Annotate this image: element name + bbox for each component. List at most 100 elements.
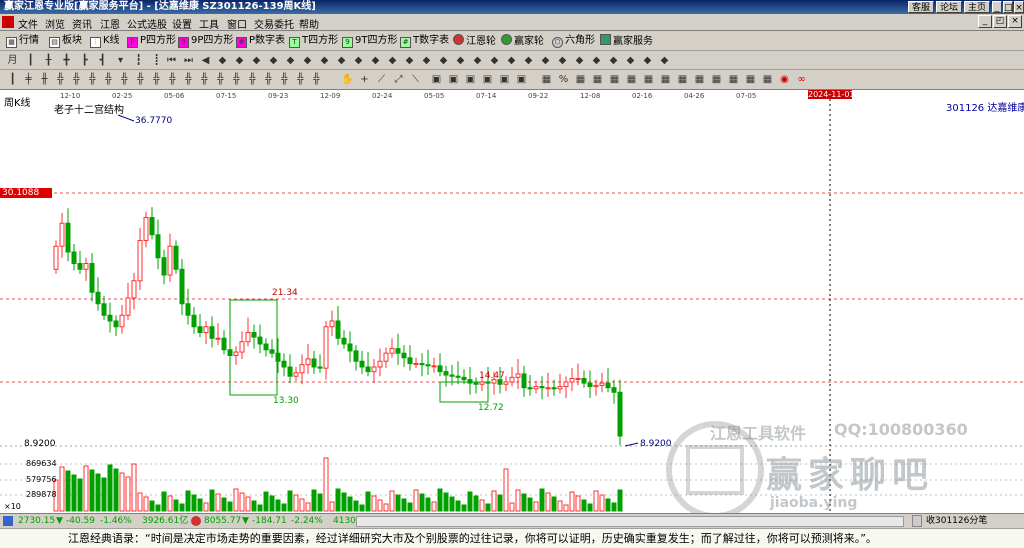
tool-icon[interactable]: ▣	[481, 73, 494, 86]
color-wheel-icon[interactable]: ◉	[778, 73, 791, 86]
tool-icon[interactable]: ▦	[608, 73, 621, 86]
period-icon[interactable]: 月	[6, 54, 19, 67]
toolbar-gann-wheel[interactable]: 江恩轮	[453, 34, 496, 48]
tool-icon[interactable]: ▦	[642, 73, 655, 86]
bar-chart-icon[interactable]: ╂	[42, 54, 55, 67]
line-tool-icon[interactable]: ⟍	[409, 73, 422, 86]
grid-icon[interactable]: ╬	[150, 73, 163, 86]
diamond-icon[interactable]: ◆	[284, 54, 297, 67]
toolbar-p-number[interactable]: # P数字表	[236, 34, 285, 48]
grid-icon[interactable]: ╫	[38, 73, 51, 86]
mdi-restore-icon[interactable]: ◰	[993, 15, 1007, 28]
hand-icon[interactable]: ✋	[341, 73, 354, 86]
sh-index-icon[interactable]	[3, 516, 13, 526]
grid-icon[interactable]: ╬	[134, 73, 147, 86]
grid-icon[interactable]: ╬	[246, 73, 259, 86]
diamond-icon[interactable]: ◆	[556, 54, 569, 67]
tool-icon[interactable]: ▦	[676, 73, 689, 86]
toolbar-9p-square[interactable]: 9 9P四方形	[178, 34, 233, 48]
minimize-icon[interactable]: _	[992, 1, 1002, 13]
menu-browse[interactable]: 浏览	[45, 16, 65, 31]
line-tool-icon[interactable]: ⟋	[375, 73, 388, 86]
menu-trade[interactable]: 交易委托	[254, 16, 294, 31]
tool-icon[interactable]: ▣	[464, 73, 477, 86]
tool-icon[interactable]: ▦	[761, 73, 774, 86]
toolbar-kline[interactable]: ⫶ K线	[90, 34, 120, 48]
diamond-icon[interactable]: ◆	[488, 54, 501, 67]
diamond-icon[interactable]: ◆	[369, 54, 382, 67]
grid-icon[interactable]: ╪	[22, 73, 35, 86]
toolbar-t-square[interactable]: T T四方形	[289, 34, 338, 48]
diamond-icon[interactable]: ◆	[624, 54, 637, 67]
prev-icon[interactable]: ◀	[199, 54, 212, 67]
diamond-icon[interactable]: ◆	[573, 54, 586, 67]
menu-tools[interactable]: 工具	[199, 16, 219, 31]
tool-icon[interactable]: ▣	[430, 73, 443, 86]
toolbar-service[interactable]: 赢家服务	[600, 34, 653, 48]
grid-icon[interactable]: ╬	[214, 73, 227, 86]
diamond-icon[interactable]: ◆	[471, 54, 484, 67]
diamond-icon[interactable]: ◆	[437, 54, 450, 67]
tool-icon[interactable]: ▣	[515, 73, 528, 86]
menu-formula[interactable]: 公式选股	[127, 16, 167, 31]
grid-icon[interactable]: ╬	[118, 73, 131, 86]
tool-icon[interactable]: ▦	[727, 73, 740, 86]
tool-icon[interactable]: ▦	[744, 73, 757, 86]
diamond-icon[interactable]: ◆	[641, 54, 654, 67]
menu-help[interactable]: 帮助	[299, 16, 319, 31]
maximize-icon[interactable]: □	[1003, 1, 1013, 13]
diamond-icon[interactable]: ◆	[335, 54, 348, 67]
home-button[interactable]: 主页	[964, 1, 990, 13]
last-icon[interactable]: ⏭	[182, 54, 195, 67]
toolbar-hexagon[interactable]: ⬡ 六角形	[552, 34, 595, 48]
grid-icon[interactable]: ╬	[54, 73, 67, 86]
grid-icon[interactable]: ╬	[198, 73, 211, 86]
toolbar-t-number[interactable]: # T数字表	[400, 34, 449, 48]
mdi-close-icon[interactable]: ×	[1008, 15, 1022, 28]
diamond-icon[interactable]: ◆	[590, 54, 603, 67]
grid-icon[interactable]: ╬	[310, 73, 323, 86]
mdi-minimize-icon[interactable]: _	[978, 15, 992, 28]
kline-chart[interactable]: 12-10 02-25 05-06 07-15 09-23 12-09 02-24 05-05…	[0, 90, 1024, 513]
app-icon[interactable]	[2, 16, 14, 28]
diamond-icon[interactable]: ◆	[386, 54, 399, 67]
diamond-icon[interactable]: ◆	[658, 54, 671, 67]
diamond-icon[interactable]: ◆	[607, 54, 620, 67]
grid-icon[interactable]: ╬	[70, 73, 83, 86]
dropdown-icon[interactable]: ▾	[114, 54, 127, 67]
grid-icon[interactable]: ╬	[278, 73, 291, 86]
diamond-icon[interactable]: ◆	[454, 54, 467, 67]
toolbar-9t-square[interactable]: 9 9T四方形	[342, 34, 397, 48]
diamond-icon[interactable]: ◆	[505, 54, 518, 67]
service-button[interactable]: 客服	[908, 1, 934, 13]
diamond-icon[interactable]: ◆	[267, 54, 280, 67]
grid-icon[interactable]: ╬	[230, 73, 243, 86]
menu-gann[interactable]: 江恩	[100, 16, 120, 31]
toolbar-winner-wheel[interactable]: 赢家轮	[501, 34, 544, 48]
diamond-icon[interactable]: ◆	[318, 54, 331, 67]
diamond-icon[interactable]: ◆	[250, 54, 263, 67]
tool-icon[interactable]: ▣	[447, 73, 460, 86]
crosshair-icon[interactable]: +	[358, 73, 371, 86]
tool-icon[interactable]: ▦	[625, 73, 638, 86]
candle-icon[interactable]: ┋	[150, 54, 163, 67]
tool-icon[interactable]: ▦	[591, 73, 604, 86]
candle-icon[interactable]: ┇	[132, 54, 145, 67]
tool-icon[interactable]: ▦	[659, 73, 672, 86]
diamond-icon[interactable]: ◆	[420, 54, 433, 67]
horizontal-scrollbar[interactable]	[356, 516, 904, 527]
tool-icon[interactable]: ▦	[574, 73, 587, 86]
grid-icon[interactable]: ╬	[182, 73, 195, 86]
menu-settings[interactable]: 设置	[172, 16, 192, 31]
menu-window[interactable]: 窗口	[227, 16, 247, 31]
diamond-icon[interactable]: ◆	[301, 54, 314, 67]
sz-index-icon[interactable]	[191, 516, 201, 526]
first-icon[interactable]: ⏮	[165, 54, 178, 67]
percent-icon[interactable]: %	[557, 73, 570, 86]
grid-icon[interactable]: ╬	[102, 73, 115, 86]
bar-chart-icon[interactable]: ┃	[24, 54, 37, 67]
tool-icon[interactable]: ▦	[710, 73, 723, 86]
zoom-icon[interactable]: ⤢	[392, 73, 405, 86]
diamond-icon[interactable]: ◆	[403, 54, 416, 67]
diamond-icon[interactable]: ◆	[233, 54, 246, 67]
